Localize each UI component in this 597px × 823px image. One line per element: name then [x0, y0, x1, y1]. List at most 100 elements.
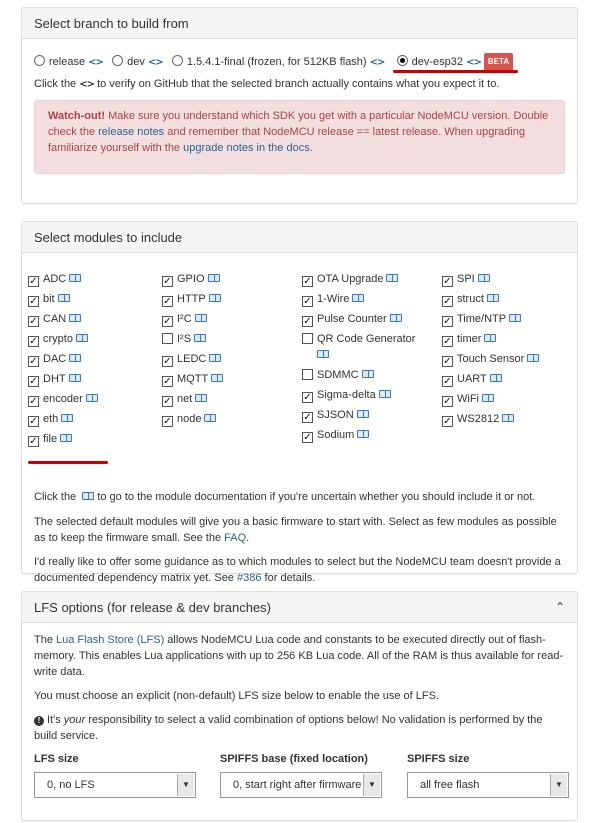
module-sdmmc[interactable]: SDMMC: [302, 367, 374, 383]
module-checkbox[interactable]: ✓: [302, 296, 313, 307]
module-checkbox[interactable]: ✓: [442, 336, 453, 347]
module-i-s[interactable]: I²S: [162, 331, 207, 347]
module-checkbox[interactable]: ✓: [442, 396, 453, 407]
module-bit[interactable]: ✓ bit: [28, 291, 70, 307]
module-sjson[interactable]: ✓ SJSON: [302, 407, 369, 423]
book-icon[interactable]: [389, 314, 402, 322]
book-icon[interactable]: [357, 430, 370, 438]
module-checkbox[interactable]: ✓: [162, 276, 173, 287]
book-icon[interactable]: [352, 294, 365, 302]
module-checkbox[interactable]: ✓: [28, 356, 39, 367]
book-icon[interactable]: [195, 394, 208, 402]
module-checkbox[interactable]: ✓: [302, 412, 313, 423]
module-encoder[interactable]: ✓ encoder: [28, 391, 98, 407]
branch-option-1541-final[interactable]: 1.5.4.1-final (frozen, for 512KB flash) …: [171, 55, 386, 71]
code-icon[interactable]: <>: [88, 55, 104, 71]
module-mqtt[interactable]: ✓ MQTT: [162, 371, 224, 387]
radio-dev[interactable]: [112, 55, 124, 66]
book-icon[interactable]: [194, 314, 207, 322]
book-icon[interactable]: [211, 374, 224, 382]
spiffs-base-select[interactable]: 0, start right after firmware ▼: [220, 772, 382, 798]
book-icon[interactable]: [356, 410, 369, 418]
book-icon[interactable]: [527, 354, 540, 362]
book-icon[interactable]: [484, 334, 497, 342]
module-checkbox[interactable]: ✓: [302, 392, 313, 403]
spiffs-size-select[interactable]: all free flash ▼: [407, 772, 569, 798]
book-icon[interactable]: [75, 334, 88, 342]
book-icon[interactable]: [208, 294, 221, 302]
module-qr-code-generator[interactable]: QR Code Generator: [302, 331, 432, 363]
module-checkbox[interactable]: ✓: [302, 316, 313, 327]
module-eth[interactable]: ✓ eth: [28, 411, 74, 427]
book-icon[interactable]: [509, 314, 522, 322]
module-gpio[interactable]: ✓ GPIO: [162, 271, 220, 287]
module-dht[interactable]: ✓ DHT: [28, 371, 81, 387]
book-icon[interactable]: [486, 294, 499, 302]
book-icon[interactable]: [489, 374, 502, 382]
module-sodium[interactable]: ✓ Sodium: [302, 427, 370, 443]
module-checkbox[interactable]: ✓: [28, 416, 39, 427]
module-file[interactable]: ✓ file: [28, 431, 73, 447]
module-uart[interactable]: ✓ UART: [442, 371, 502, 387]
book-icon[interactable]: [361, 370, 374, 378]
book-icon[interactable]: [57, 294, 70, 302]
module-checkbox[interactable]: ✓: [162, 396, 173, 407]
module-checkbox[interactable]: ✓: [162, 316, 173, 327]
book-icon[interactable]: [194, 334, 207, 342]
lfs-size-select[interactable]: 0, no LFS ▼: [34, 772, 196, 798]
radio-dev-esp32[interactable]: [396, 55, 408, 66]
module-timer[interactable]: ✓ timer: [442, 331, 497, 347]
module-http[interactable]: ✓ HTTP: [162, 291, 221, 307]
book-icon[interactable]: [209, 354, 222, 362]
radio-1541-final[interactable]: [171, 55, 183, 66]
module-1-wire[interactable]: ✓ 1-Wire: [302, 291, 365, 307]
module-struct[interactable]: ✓ struct: [442, 291, 499, 307]
code-icon[interactable]: <>: [466, 55, 482, 71]
module-i-c[interactable]: ✓ I²C: [162, 311, 207, 327]
issue-386-link[interactable]: #386: [237, 572, 261, 584]
module-checkbox[interactable]: [302, 369, 313, 380]
module-checkbox[interactable]: ✓: [28, 296, 39, 307]
module-net[interactable]: ✓ net: [162, 391, 208, 407]
branch-option-dev-esp32[interactable]: dev-esp32 <> BETA: [396, 53, 514, 71]
module-time-ntp[interactable]: ✓ Time/NTP: [442, 311, 522, 327]
module-touch-sensor[interactable]: ✓ Touch Sensor: [442, 351, 540, 367]
module-checkbox[interactable]: ✓: [162, 296, 173, 307]
branch-option-dev[interactable]: dev <>: [112, 55, 164, 68]
book-icon[interactable]: [69, 274, 82, 282]
module-checkbox[interactable]: ✓: [442, 296, 453, 307]
module-checkbox[interactable]: ✓: [442, 276, 453, 287]
module-checkbox[interactable]: ✓: [28, 316, 39, 327]
module-checkbox[interactable]: [302, 333, 313, 344]
module-checkbox[interactable]: ✓: [28, 436, 39, 447]
book-icon[interactable]: [61, 414, 74, 422]
module-checkbox[interactable]: ✓: [442, 316, 453, 327]
lfs-link[interactable]: Lua Flash Store (LFS): [56, 634, 164, 646]
module-checkbox[interactable]: ✓: [302, 432, 313, 443]
book-icon[interactable]: [204, 414, 217, 422]
book-icon[interactable]: [85, 394, 98, 402]
module-checkbox[interactable]: ✓: [28, 396, 39, 407]
module-spi[interactable]: ✓ SPI: [442, 271, 490, 287]
module-checkbox[interactable]: [162, 333, 173, 344]
book-icon[interactable]: [69, 354, 82, 362]
branch-option-release[interactable]: release <>: [34, 55, 104, 71]
faq-link[interactable]: FAQ: [224, 532, 246, 544]
code-icon[interactable]: <>: [370, 55, 386, 71]
module-can[interactable]: ✓ CAN: [28, 311, 82, 327]
module-ws2812[interactable]: ✓ WS2812: [442, 411, 515, 427]
module-checkbox[interactable]: ✓: [162, 356, 173, 367]
module-checkbox[interactable]: ✓: [28, 276, 39, 287]
book-icon[interactable]: [68, 374, 81, 382]
book-icon[interactable]: [69, 314, 82, 322]
book-icon[interactable]: [502, 414, 515, 422]
module-sigma-delta[interactable]: ✓ Sigma-delta: [302, 387, 391, 403]
radio-release[interactable]: [34, 55, 45, 66]
module-ledc[interactable]: ✓ LEDC: [162, 351, 222, 367]
module-ota-upgrade[interactable]: ✓ OTA Upgrade: [302, 271, 399, 287]
upgrade-notes-link[interactable]: upgrade notes in the docs: [183, 142, 310, 154]
module-wifi[interactable]: ✓ WiFi: [442, 391, 494, 407]
module-checkbox[interactable]: ✓: [162, 416, 173, 427]
module-checkbox[interactable]: ✓: [28, 376, 39, 387]
module-dac[interactable]: ✓ DAC: [28, 351, 82, 367]
